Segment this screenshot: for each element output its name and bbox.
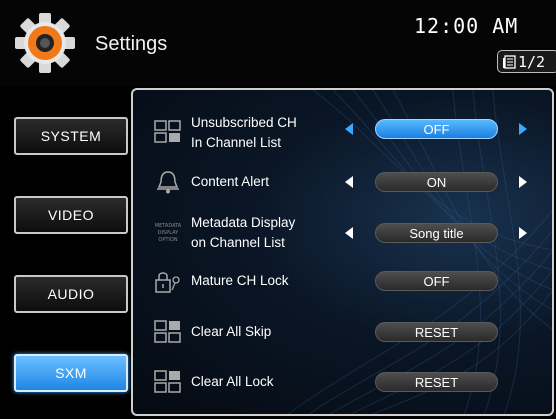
arrow-left-icon[interactable] (345, 176, 353, 188)
page-indicator-button[interactable]: 1/2 (497, 50, 556, 73)
sidebar-item-video[interactable]: VIDEO (14, 196, 128, 234)
setting-value-button[interactable]: OFF (375, 271, 498, 291)
sidebar: SYSTEM VIDEO AUDIO SXM (0, 86, 130, 419)
setting-value-button[interactable]: ON (375, 172, 498, 192)
setting-label: Mature CH Lock (191, 273, 289, 288)
sidebar-item-label: SYSTEM (40, 128, 102, 144)
sidebar-item-label: AUDIO (47, 286, 95, 302)
channel-grid-icon (154, 320, 181, 343)
setting-row-content-alert: Content Alert ON (133, 158, 552, 206)
setting-label: Unsubscribed CH In Channel List (191, 115, 297, 150)
arrow-left-icon[interactable] (345, 123, 353, 135)
settings-panel: Unsubscribed CH In Channel List OFF Cont… (131, 88, 554, 416)
sidebar-item-label: VIDEO (47, 207, 95, 223)
svg-text:DISPLAY: DISPLAY (158, 230, 179, 236)
clock: 12:00 AM (414, 14, 519, 38)
setting-label: Content Alert (191, 174, 270, 189)
setting-value-button[interactable]: OFF (375, 119, 498, 139)
arrow-right-icon[interactable] (519, 123, 527, 135)
arrow-right-icon[interactable] (519, 227, 527, 239)
setting-value-button[interactable]: RESET (375, 322, 498, 342)
lock-key-icon (155, 272, 180, 293)
page-indicator-text: 1/2 (518, 52, 546, 71)
header-bar: Settings 12:00 AM 1/2 (0, 0, 556, 86)
bell-icon (157, 171, 179, 194)
sidebar-item-sxm[interactable]: SXM (14, 354, 128, 392)
setting-row-metadata-display: METADATA DISPLAY OPTION Metadata Display… (133, 208, 552, 256)
setting-value-button[interactable]: RESET (375, 372, 498, 392)
channel-grid-icon (154, 120, 181, 143)
page-title: Settings (95, 33, 168, 55)
arrow-left-icon[interactable] (345, 227, 353, 239)
sidebar-item-label: SXM (55, 365, 87, 381)
arrow-right-icon[interactable] (519, 176, 527, 188)
setting-row-mature-ch-lock: Mature CH Lock OFF (133, 258, 552, 306)
setting-label: Clear All Lock (191, 374, 274, 389)
page-list-icon (503, 54, 516, 69)
setting-row-clear-all-lock: Clear All Lock RESET (133, 358, 552, 406)
channel-grid-icon (154, 370, 181, 393)
setting-row-unsubscribed-ch: Unsubscribed CH In Channel List OFF (133, 108, 552, 156)
svg-text:METADATA: METADATA (155, 223, 182, 229)
setting-label: Metadata Display on Channel List (191, 215, 296, 250)
setting-label: Clear All Skip (191, 324, 272, 339)
setting-row-clear-all-skip: Clear All Skip RESET (133, 308, 552, 356)
svg-text:OPTION: OPTION (158, 237, 177, 243)
metadata-display-option-icon: METADATA DISPLAY OPTION (155, 223, 182, 243)
sidebar-item-audio[interactable]: AUDIO (14, 275, 128, 313)
gear-icon (15, 13, 75, 73)
setting-value-button[interactable]: Song title (375, 223, 498, 243)
sidebar-item-system[interactable]: SYSTEM (14, 117, 128, 155)
